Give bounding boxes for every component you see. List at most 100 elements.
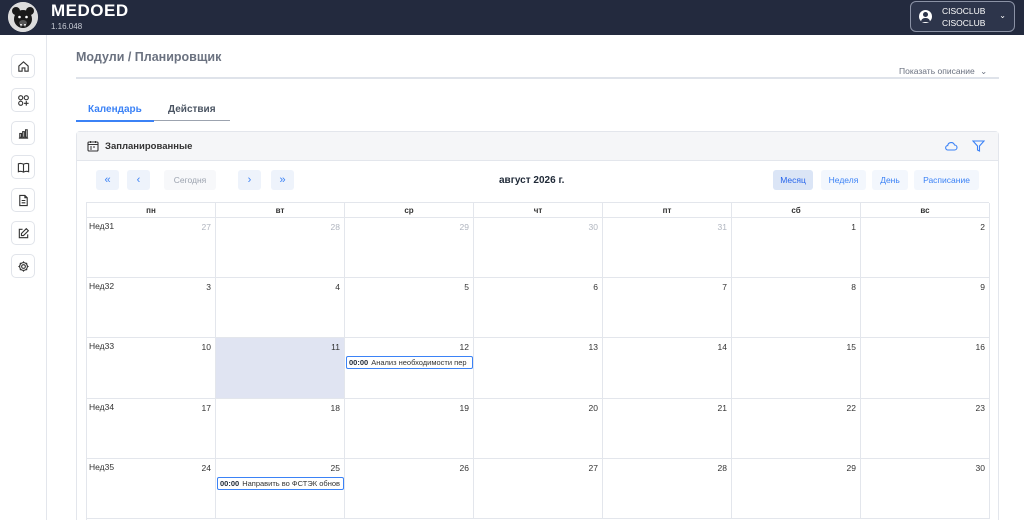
view-month-button[interactable]: Месяц (773, 170, 813, 190)
day-number: 17 (201, 402, 211, 413)
day-cell[interactable]: 3 Нед32 (87, 278, 216, 339)
sidebar (0, 35, 47, 520)
day-cell[interactable]: 10 Нед33 (87, 338, 216, 399)
day-number: 26 (459, 462, 469, 473)
day-cell[interactable]: 22 (732, 398, 861, 459)
day-cell[interactable]: 16 (861, 338, 990, 399)
day-number: 1 (851, 222, 856, 232)
week-number-label[interactable]: Нед31 (89, 221, 114, 231)
event-title: Направить во ФСТЭК обнов (242, 478, 340, 488)
home-icon[interactable] (11, 54, 35, 78)
week-number-label[interactable]: Нед35 (89, 462, 114, 472)
last-page-button[interactable]: » (271, 170, 294, 190)
tab-calendar[interactable]: Календарь (88, 104, 142, 115)
day-cell[interactable]: 7 (603, 278, 732, 339)
chevron-down-icon: ⌄ (999, 11, 1006, 20)
day-cell[interactable]: 2 (861, 218, 990, 279)
week-number-label[interactable]: Нед33 (89, 341, 114, 351)
day-number: 5 (464, 282, 469, 293)
day-number: 16 (975, 342, 985, 353)
app-brand: MEDOED (51, 1, 129, 20)
view-week-button[interactable]: Неделя (821, 170, 866, 190)
day-cell[interactable]: 30 (474, 218, 603, 279)
day-cell[interactable]: 8 (732, 278, 861, 339)
first-page-button[interactable]: « (96, 170, 119, 190)
today-button[interactable]: Сегодня (164, 170, 216, 190)
day-cell[interactable]: 13 (474, 338, 603, 399)
day-cell[interactable]: 9 (861, 278, 990, 339)
day-number: 28 (717, 462, 727, 473)
day-cell[interactable]: 21 (603, 398, 732, 459)
calendar-event[interactable]: 00:00 Анализ необходимости пер (346, 356, 473, 370)
day-cell[interactable]: 30 (861, 458, 990, 519)
cloud-icon[interactable] (944, 140, 958, 154)
show-description-toggle[interactable]: Показать описание ⌄ (899, 66, 987, 77)
day-number: 30 (975, 462, 985, 473)
day-cell[interactable]: 23 (861, 398, 990, 459)
user-org: CISOCLUB (942, 18, 986, 28)
day-number: 21 (717, 402, 727, 413)
day-number: 20 (588, 402, 598, 413)
day-number: 24 (201, 462, 211, 473)
day-cell-today[interactable]: 11 (216, 338, 345, 399)
bear-logo-icon[interactable] (8, 2, 38, 32)
day-cell[interactable]: 29 (345, 218, 474, 279)
chart-icon[interactable] (11, 121, 35, 145)
view-day-button[interactable]: День (872, 170, 908, 190)
day-number: 31 (717, 222, 727, 232)
day-number: 15 (846, 342, 856, 353)
day-number: 22 (846, 402, 856, 413)
book-icon[interactable] (11, 155, 35, 179)
modules-icon[interactable] (11, 88, 35, 112)
day-number: 10 (201, 342, 211, 353)
document-icon[interactable] (11, 188, 35, 212)
day-number: 28 (330, 222, 340, 232)
day-cell[interactable]: 17 Нед34 (87, 398, 216, 459)
user-menu-button[interactable]: CISOCLUB CISOCLUB ⌄ (910, 1, 1015, 32)
day-cell[interactable]: 6 (474, 278, 603, 339)
next-button[interactable]: › (238, 170, 261, 190)
week-number-label[interactable]: Нед32 (89, 281, 114, 291)
filter-icon[interactable] (971, 140, 986, 154)
day-cell[interactable]: 26 (345, 458, 474, 519)
settings-icon[interactable] (11, 254, 35, 278)
day-cell[interactable]: 18 (216, 398, 345, 459)
prev-button[interactable]: ‹ (127, 170, 150, 190)
day-cell[interactable]: 27 (474, 458, 603, 519)
app-version: 1.16.048 (51, 22, 83, 31)
user-name: CISOCLUB (942, 6, 986, 16)
day-cell[interactable]: 29 (732, 458, 861, 519)
view-schedule-button[interactable]: Расписание (914, 170, 979, 190)
calendar-event[interactable]: 00:00 Направить во ФСТЭК обнов (217, 476, 344, 490)
day-cell[interactable]: 14 (603, 338, 732, 399)
day-cell[interactable]: 12 00:00 Анализ необходимости пер (345, 338, 474, 399)
day-cell[interactable]: 28 (603, 458, 732, 519)
calendar-icon (87, 140, 99, 154)
day-cell[interactable]: 31 (603, 218, 732, 279)
edit-icon[interactable] (11, 221, 35, 245)
show-description-label: Показать описание (899, 66, 975, 76)
day-number: 8 (851, 282, 856, 293)
day-number: 4 (335, 282, 340, 293)
day-number: 13 (588, 342, 598, 353)
day-cell[interactable]: 28 (216, 218, 345, 279)
title-divider (76, 77, 999, 79)
day-cell[interactable]: 24 Нед35 (87, 458, 216, 519)
tab-actions[interactable]: Действия (168, 104, 216, 115)
weekday-header: сб (732, 203, 861, 218)
day-cell[interactable]: 20 (474, 398, 603, 459)
day-cell[interactable]: 15 (732, 338, 861, 399)
day-cell[interactable]: 4 (216, 278, 345, 339)
day-cell[interactable]: 1 (732, 218, 861, 279)
day-cell[interactable]: 25 00:00 Направить во ФСТЭК обнов (216, 458, 345, 519)
day-cell[interactable]: 5 (345, 278, 474, 339)
day-number: 25 (330, 462, 340, 473)
day-number: 2 (980, 222, 985, 232)
tab-divider (154, 120, 230, 121)
day-cell[interactable]: 27 Нед31 (87, 218, 216, 279)
weekday-header: пн (87, 203, 216, 218)
day-number: 19 (459, 402, 469, 413)
day-cell[interactable]: 19 (345, 398, 474, 459)
day-number: 23 (975, 402, 985, 413)
week-number-label[interactable]: Нед34 (89, 402, 114, 412)
